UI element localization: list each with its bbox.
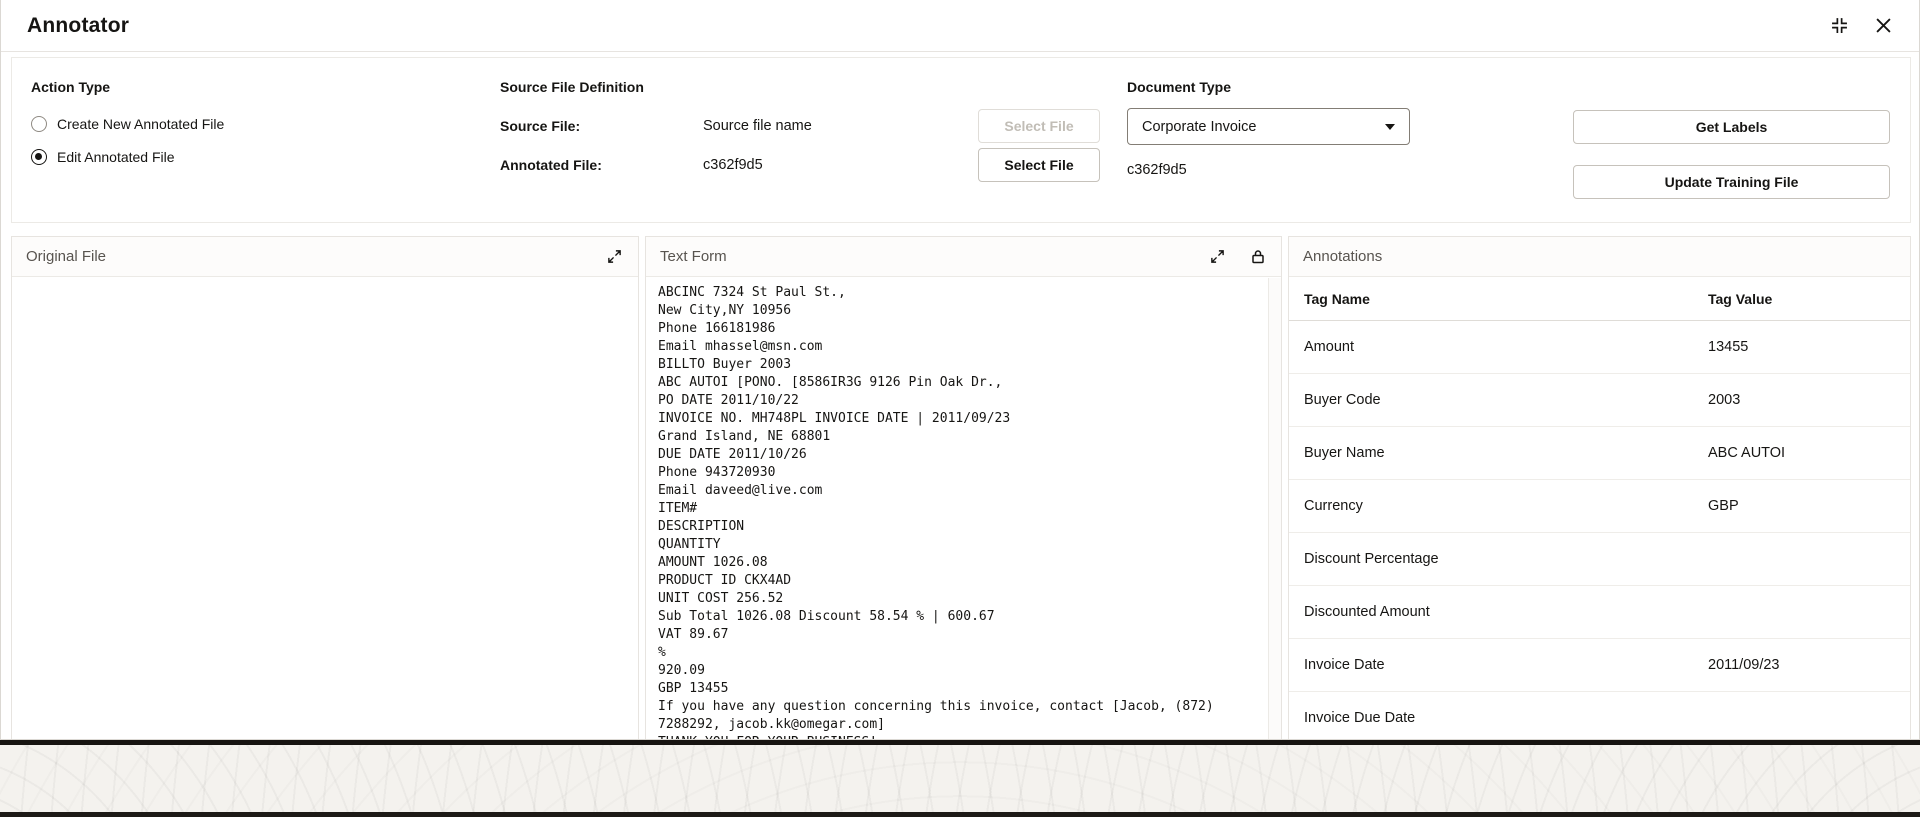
radio-edit-annotated-file[interactable]: Edit Annotated File xyxy=(31,149,224,165)
radio-selected-icon xyxy=(31,149,47,165)
action-type-label: Action Type xyxy=(31,79,111,95)
document-type-select[interactable]: Corporate Invoice xyxy=(1127,108,1410,145)
tag-value-column-header: Tag Value xyxy=(1708,290,1773,307)
expand-icon[interactable] xyxy=(1208,247,1227,266)
source-file-definition-label: Source File Definition xyxy=(500,79,644,95)
footer-bar xyxy=(0,812,1920,817)
dialog-header: Annotator xyxy=(1,0,1919,52)
close-icon[interactable] xyxy=(1874,16,1893,35)
expand-icon[interactable] xyxy=(605,247,624,266)
page-title: Annotator xyxy=(27,13,130,37)
table-row[interactable]: Discounted Amount xyxy=(1289,586,1910,639)
form-actions: Get Labels Update Training File xyxy=(1573,110,1890,199)
panels-row: Original File Text Form ABCINC 7324 St P… xyxy=(11,236,1911,739)
original-file-title: Original File xyxy=(26,248,107,265)
chevron-down-icon xyxy=(1385,123,1395,130)
annotations-panel: Annotations Tag Name Tag Value Amount 134… xyxy=(1288,236,1911,739)
tag-name-cell: Invoice Due Date xyxy=(1304,710,1416,726)
table-row[interactable]: Discount Percentage xyxy=(1289,533,1910,586)
original-file-panel: Original File xyxy=(11,236,639,739)
radio-label: Create New Annotated File xyxy=(57,116,225,132)
select-annotated-file-button[interactable]: Select File xyxy=(978,148,1100,182)
annotations-rows: Amount 13455 Buyer Code 2003 Buyer Name ABC A… xyxy=(1289,321,1910,739)
text-form-panel-header: Text Form xyxy=(646,237,1281,277)
tag-value-cell: 2011/09/23 xyxy=(1708,657,1780,673)
select-source-file-button[interactable]: Select File xyxy=(978,109,1100,143)
annotator-dialog: Annotator Action Type Create New Annotat… xyxy=(0,0,1920,740)
annotations-table: Tag Name Tag Value Amount 13455 Buyer Code… xyxy=(1289,277,1910,739)
document-type-group: Document Type Corporate Invoice c362f9d5 xyxy=(1127,79,1410,178)
annotator-screen: Annotator Action Type Create New Annotat… xyxy=(0,0,1920,817)
source-file-row: Source File: Source file name Select Fil… xyxy=(500,108,1100,144)
tag-name-cell: Buyer Name xyxy=(1304,445,1385,461)
table-row[interactable]: Amount 13455 xyxy=(1289,321,1910,374)
text-form-scrollbar[interactable] xyxy=(1268,278,1281,739)
radio-unselected-icon xyxy=(31,116,47,132)
window-controls xyxy=(1829,15,1893,36)
tag-name-cell: Currency xyxy=(1304,498,1363,514)
tag-value-cell: 2003 xyxy=(1708,392,1741,408)
source-file-definition-group: Source File Definition Source File: Sour… xyxy=(500,79,1100,186)
document-type-file-value: c362f9d5 xyxy=(1127,162,1187,178)
table-row[interactable]: Currency GBP xyxy=(1289,480,1910,533)
tag-name-cell: Buyer Code xyxy=(1304,392,1381,408)
document-type-label: Document Type xyxy=(1127,79,1231,95)
tag-name-column-header: Tag Name xyxy=(1304,290,1370,307)
text-form-panel: Text Form ABCINC 7324 St Paul St., New C… xyxy=(645,236,1282,739)
tag-value-cell: ABC AUTOI xyxy=(1708,445,1786,461)
tag-value-cell: 13455 xyxy=(1708,339,1749,355)
radio-label: Edit Annotated File xyxy=(57,149,175,165)
lock-icon[interactable] xyxy=(1249,247,1267,266)
source-file-value: Source file name xyxy=(703,118,812,134)
document-type-selected-value: Corporate Invoice xyxy=(1142,118,1257,135)
tag-name-cell: Discounted Amount xyxy=(1304,604,1430,620)
annotations-title: Annotations xyxy=(1303,248,1383,265)
update-training-file-button[interactable]: Update Training File xyxy=(1573,165,1890,199)
annotated-file-row: Annotated File: c362f9d5 Select File xyxy=(500,147,1100,183)
radio-create-new-annotated-file[interactable]: Create New Annotated File xyxy=(31,116,224,132)
bottom-dark-bar xyxy=(0,740,1920,745)
tag-name-cell: Discount Percentage xyxy=(1304,551,1439,567)
annotated-file-value: c362f9d5 xyxy=(703,157,763,173)
action-type-group: Action Type Create New Annotated File Ed… xyxy=(31,79,224,165)
form-card: Action Type Create New Annotated File Ed… xyxy=(11,57,1911,223)
table-row[interactable]: Buyer Name ABC AUTOI xyxy=(1289,427,1910,480)
tag-value-cell: GBP xyxy=(1708,498,1739,514)
original-file-panel-header: Original File xyxy=(12,237,638,277)
original-file-viewer xyxy=(12,277,638,739)
table-row[interactable]: Invoice Due Date xyxy=(1289,692,1910,739)
restore-window-icon[interactable] xyxy=(1829,15,1850,36)
text-form-title: Text Form xyxy=(660,248,727,265)
annotated-file-label: Annotated File: xyxy=(500,157,602,173)
text-form-content[interactable]: ABCINC 7324 St Paul St., New City,NY 109… xyxy=(646,277,1268,739)
source-file-label: Source File: xyxy=(500,118,581,134)
table-row[interactable]: Buyer Code 2003 xyxy=(1289,374,1910,427)
tag-name-cell: Invoice Date xyxy=(1304,657,1385,673)
annotations-table-header: Tag Name Tag Value xyxy=(1289,277,1910,321)
annotations-panel-header: Annotations xyxy=(1289,237,1910,277)
tag-name-cell: Amount xyxy=(1304,339,1354,355)
get-labels-button[interactable]: Get Labels xyxy=(1573,110,1890,144)
table-row[interactable]: Invoice Date 2011/09/23 xyxy=(1289,639,1910,692)
